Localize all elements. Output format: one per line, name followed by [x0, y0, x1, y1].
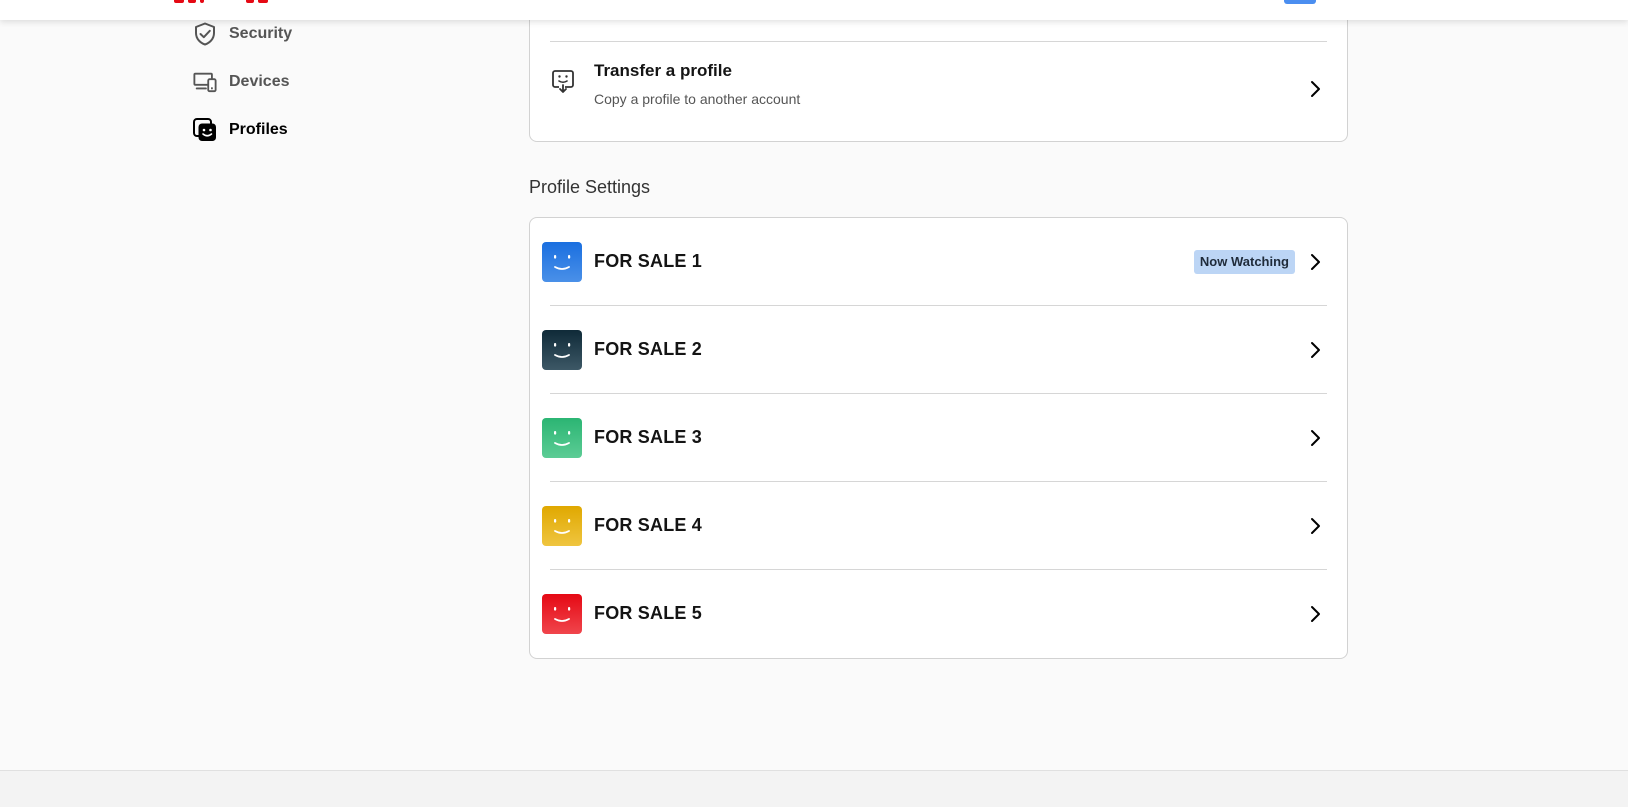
profile-row[interactable]: FOR SALE 5 — [530, 570, 1347, 658]
sidebar-item-devices[interactable]: Devices — [193, 66, 473, 98]
profile-name: FOR SALE 5 — [594, 603, 703, 623]
transfer-profile-subtitle: Copy a profile to another account — [594, 91, 801, 107]
chevron-right-icon — [1311, 81, 1320, 97]
account-avatar[interactable] — [1284, 0, 1316, 4]
chevron-right-icon — [1311, 518, 1320, 534]
profile-avatar-icon — [542, 330, 582, 370]
profile-avatar-icon — [542, 418, 582, 458]
chevron-right-icon — [1311, 254, 1320, 270]
sidebar-item-label: Profiles — [229, 121, 288, 138]
profile-row[interactable]: FOR SALE 1 Now Watching — [530, 218, 1347, 306]
sidebar-item-security[interactable]: Security — [193, 18, 473, 50]
profile-row[interactable]: FOR SALE 3 — [530, 394, 1347, 482]
profiles-icon — [193, 118, 217, 142]
now-watching-badge: Now Watching — [1193, 250, 1295, 274]
page-footer — [0, 771, 1628, 807]
profile-name: FOR SALE 1 — [594, 251, 703, 271]
profile-avatar-icon — [542, 242, 582, 282]
sidebar-item-label: Devices — [229, 73, 290, 90]
sidebar-nav: Security Devices Profiles — [193, 18, 473, 162]
transfer-profile-row[interactable]: Transfer a profile Copy a profile to ano… — [530, 42, 1347, 142]
profile-row[interactable]: FOR SALE 2 — [530, 306, 1347, 394]
profiles-card: FOR SALE 1 Now Watching FOR SALE 2 FOR S… — [529, 217, 1348, 659]
transfer-profile-title: Transfer a profile — [594, 61, 732, 80]
brand-logo[interactable] — [174, 0, 282, 4]
devices-icon — [193, 70, 217, 94]
profile-avatar-icon — [542, 594, 582, 634]
profile-actions-card: Transfer a profile Copy a profile to ano… — [529, 0, 1348, 142]
chevron-right-icon — [1311, 342, 1320, 358]
transfer-profile-icon — [550, 68, 576, 94]
profile-name: FOR SALE 4 — [594, 515, 703, 535]
shield-check-icon — [193, 22, 217, 46]
top-header — [0, 0, 1628, 20]
profile-avatar-icon — [542, 506, 582, 546]
sidebar-item-label: Security — [229, 25, 293, 42]
sidebar-item-profiles[interactable]: Profiles — [193, 114, 473, 146]
profile-name: FOR SALE 3 — [594, 427, 703, 447]
chevron-right-icon — [1311, 606, 1320, 622]
profile-row[interactable]: FOR SALE 4 — [530, 482, 1347, 570]
section-heading-profile-settings: Profile Settings — [529, 177, 651, 197]
profile-name: FOR SALE 2 — [594, 339, 703, 359]
chevron-right-icon — [1311, 430, 1320, 446]
